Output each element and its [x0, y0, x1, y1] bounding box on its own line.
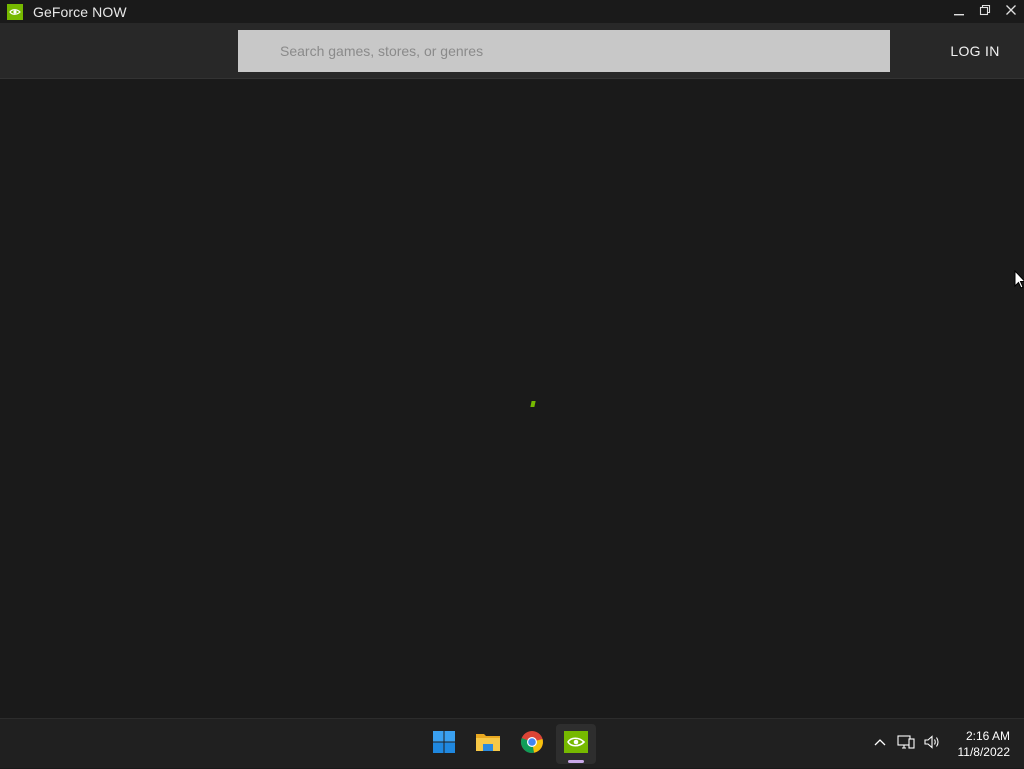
file-explorer-icon — [475, 730, 501, 759]
login-button[interactable]: LOG IN — [938, 39, 1012, 63]
geforce-now-icon — [564, 731, 588, 758]
geforce-now-window: GeForce NOW — [0, 0, 1024, 718]
app-header: LOG IN — [0, 23, 1024, 79]
restore-button[interactable] — [972, 0, 998, 23]
start-button[interactable] — [424, 724, 464, 764]
minimize-icon — [953, 3, 965, 21]
volume-icon — [923, 734, 941, 755]
close-icon — [1005, 3, 1017, 21]
restore-icon — [979, 3, 991, 21]
main-content — [0, 80, 1024, 718]
search-input[interactable] — [280, 36, 840, 66]
title-bar[interactable]: GeForce NOW — [0, 0, 1024, 23]
chrome-button[interactable] — [512, 724, 552, 764]
network-icon — [897, 734, 915, 755]
nvidia-logo-icon — [7, 4, 23, 20]
tray-overflow-button[interactable] — [868, 732, 892, 756]
chevron-up-icon — [873, 735, 887, 754]
close-button[interactable] — [998, 0, 1024, 23]
system-tray: 2:16 AM 11/8/2022 — [868, 719, 1024, 769]
window-controls — [946, 0, 1024, 23]
window-title: GeForce NOW — [33, 4, 127, 20]
taskbar: 2:16 AM 11/8/2022 — [0, 718, 1024, 768]
minimize-button[interactable] — [946, 0, 972, 23]
windows-start-icon — [432, 730, 456, 759]
mouse-cursor-icon — [1014, 270, 1024, 290]
clock[interactable]: 2:16 AM 11/8/2022 — [958, 728, 1011, 760]
clock-date: 11/8/2022 — [958, 744, 1011, 760]
geforce-now-taskbar-button[interactable] — [556, 724, 596, 764]
loading-spinner — [530, 401, 535, 407]
file-explorer-button[interactable] — [468, 724, 508, 764]
volume-button[interactable] — [920, 732, 944, 756]
search-box[interactable] — [238, 30, 890, 72]
taskbar-apps — [424, 724, 596, 764]
chrome-icon — [520, 730, 544, 759]
clock-time: 2:16 AM — [958, 728, 1011, 744]
network-button[interactable] — [894, 732, 918, 756]
